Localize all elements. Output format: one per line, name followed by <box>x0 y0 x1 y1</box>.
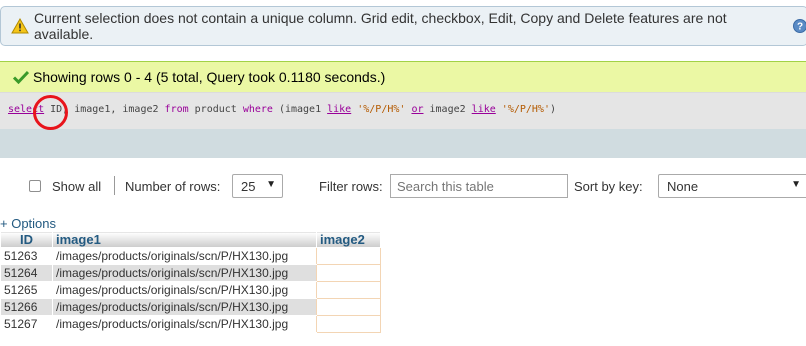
cell-image2 <box>316 247 381 265</box>
cell-id: 51263 <box>0 247 53 265</box>
sort-label: Sort by key: <box>574 179 643 194</box>
table-row: 51265 /images/products/originals/scn/P/H… <box>0 281 381 299</box>
column-header-image1[interactable]: image1 <box>52 231 317 248</box>
help-icon[interactable]: ? <box>793 19 806 33</box>
rows-select-value: 25 <box>241 178 256 194</box>
cell-image2 <box>316 315 381 333</box>
cell-image1: /images/products/originals/scn/P/HX130.j… <box>52 264 317 282</box>
cell-image2 <box>316 298 381 316</box>
warning-notice: Current selection does not contain a uni… <box>0 6 806 46</box>
cell-id: 51264 <box>0 264 53 282</box>
column-header-image2[interactable]: image2 <box>316 231 381 248</box>
cell-id: 51267 <box>0 315 53 333</box>
sql-where-keyword: where <box>242 104 273 115</box>
success-text: Showing rows 0 - 4 (5 total, Query took … <box>33 69 386 85</box>
sql-close: ) <box>549 104 556 115</box>
check-icon <box>12 70 30 85</box>
sql-table: product <box>188 104 243 115</box>
sort-select-value: None <box>667 178 699 194</box>
sql-pattern: '%/P/H%' <box>501 104 550 115</box>
svg-text:?: ? <box>797 22 803 33</box>
success-notice: Showing rows 0 - 4 (5 total, Query took … <box>0 61 806 92</box>
cell-image1: /images/products/originals/scn/P/HX130.j… <box>52 247 317 265</box>
options-link[interactable]: + Options <box>0 216 56 231</box>
table-row: 51266 /images/products/originals/scn/P/H… <box>0 298 381 316</box>
chevron-down-icon: ▼ <box>791 179 801 190</box>
table-row: 51267 /images/products/originals/scn/P/H… <box>0 315 381 333</box>
sql-image2: image2 <box>423 104 472 115</box>
filter-placeholder: Search this table <box>397 178 494 194</box>
cell-image1: /images/products/originals/scn/P/HX130.j… <box>52 298 317 316</box>
sql-like-keyword[interactable]: like <box>472 104 496 115</box>
sql-pattern: '%/P/H%' <box>357 104 406 115</box>
cell-image1: /images/products/originals/scn/P/HX130.j… <box>52 281 317 299</box>
divider <box>114 176 115 195</box>
results-table: ID image1 image2 51263 /images/products/… <box>0 231 381 333</box>
sql-query[interactable]: select ID, image1, image2 from product w… <box>0 92 806 129</box>
chevron-down-icon: ▼ <box>266 179 276 190</box>
filter-input[interactable]: Search this table <box>390 174 568 198</box>
cell-id: 51265 <box>0 281 53 299</box>
cell-image2 <box>316 281 381 299</box>
sql-open: (image1 <box>272 104 328 115</box>
sql-from-keyword: from <box>164 104 189 115</box>
navigation-bar: Show all Number of rows: 25 ▼ Filter row… <box>0 172 806 200</box>
annotation-circle <box>33 95 68 130</box>
rows-select[interactable]: 25 ▼ <box>232 174 283 198</box>
table-row: 51264 /images/products/originals/scn/P/H… <box>0 264 381 282</box>
show-all-label[interactable]: Show all <box>52 179 101 194</box>
filter-label: Filter rows: <box>319 179 383 194</box>
sort-select[interactable]: None ▼ <box>658 174 806 198</box>
warning-text: Current selection does not contain a uni… <box>34 10 727 42</box>
table-row: 51263 /images/products/originals/scn/P/H… <box>0 247 381 265</box>
rows-label: Number of rows: <box>125 179 221 194</box>
cell-id: 51266 <box>0 298 53 316</box>
show-all-checkbox[interactable] <box>29 180 41 192</box>
sql-or-keyword[interactable]: or <box>411 104 423 115</box>
cell-image2 <box>316 264 381 282</box>
warning-icon <box>11 17 29 34</box>
cell-image1: /images/products/originals/scn/P/HX130.j… <box>52 315 317 333</box>
column-header-id[interactable]: ID <box>0 231 53 248</box>
sql-toolbar <box>0 129 806 158</box>
sql-like-keyword[interactable]: like <box>327 104 351 115</box>
